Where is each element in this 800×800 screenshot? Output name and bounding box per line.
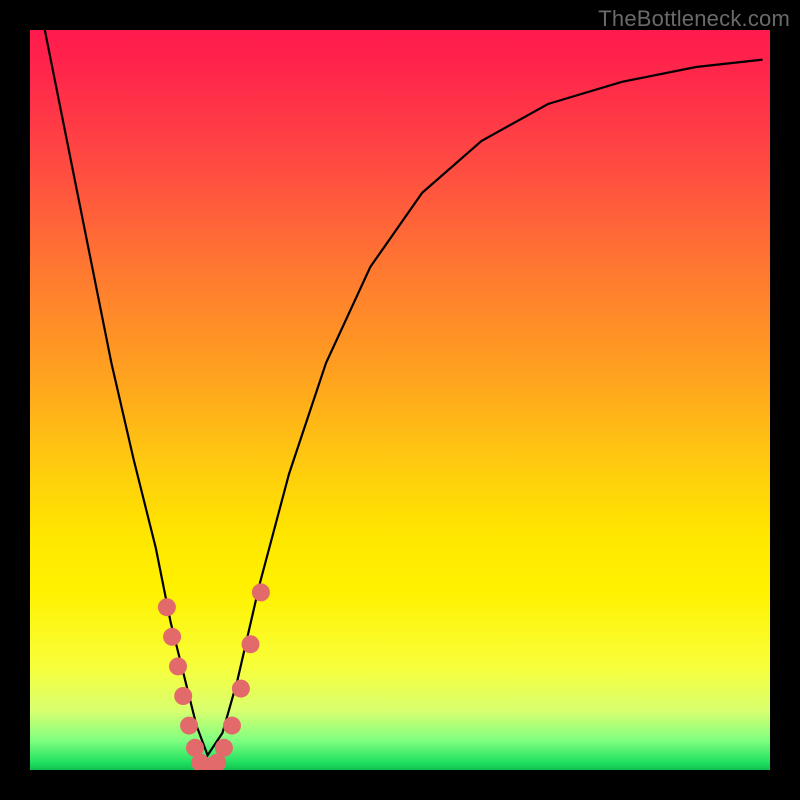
dot-marker xyxy=(232,680,250,698)
curve-layer xyxy=(45,30,763,755)
dot-marker xyxy=(180,717,198,735)
watermark-text: TheBottleneck.com xyxy=(598,6,790,32)
plot-area xyxy=(30,30,770,770)
dot-marker xyxy=(252,583,270,601)
dot-marker xyxy=(223,717,241,735)
chart-frame: TheBottleneck.com xyxy=(0,0,800,800)
dot-marker xyxy=(169,657,187,675)
dot-marker xyxy=(242,635,260,653)
dot-marker xyxy=(158,598,176,616)
bottleneck-plot-svg xyxy=(30,30,770,770)
bottleneck-curve-path xyxy=(45,30,763,755)
dot-marker xyxy=(163,628,181,646)
dot-marker xyxy=(215,739,233,757)
dot-marker xyxy=(174,687,192,705)
